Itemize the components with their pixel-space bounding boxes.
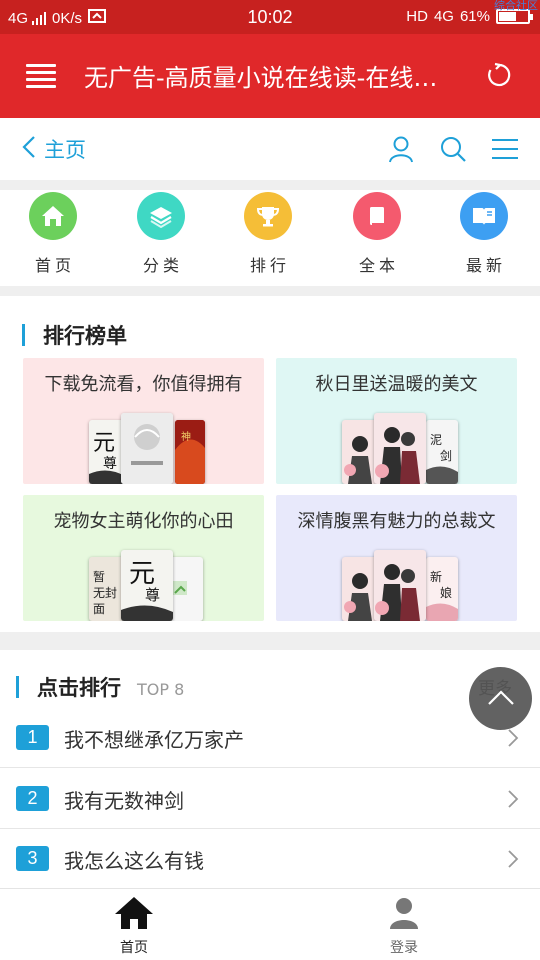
click-rank-section: 点击排行 TOP 8 更多 1 我不想继承亿万家产 2 我有无数神剑 3 我怎么… [0,650,540,889]
page-title: 无广告-高质量小说在线读-在线阅读 [84,64,454,92]
svg-text:尊: 尊 [103,455,117,472]
list-menu-icon[interactable] [490,134,520,164]
click-rank-header: 点击排行 TOP 8 [16,672,184,702]
open-book-icon [460,192,508,240]
back-home-link[interactable]: 主页 [22,134,86,164]
book-cover: 暂无封面 [89,557,125,621]
section-accent-bar [16,676,19,698]
svg-text:泥: 泥 [430,433,442,447]
quick-menu-home[interactable]: 首页 [13,192,93,276]
book-cover [374,550,426,621]
svg-text:元: 元 [129,559,155,589]
svg-text:元: 元 [93,431,115,456]
svg-text:新: 新 [430,569,442,584]
quick-menu: 首页 分类 排行 全本 最新 [0,190,540,286]
watermark: 综合社区 [494,0,538,12]
chevron-right-icon [506,728,520,748]
svg-text:无封: 无封 [93,586,117,600]
book-cover [342,557,378,621]
nav-bar: 主页 [0,118,540,180]
menu-icon[interactable] [26,64,56,88]
battery-percent: 61% [459,8,490,25]
ranking-panel: 排行榜单 下载免流看，你值得拥有 元尊 神 秋日里送温暖的美文 泥剑 宠物女主萌… [0,296,540,632]
ranking-card[interactable]: 深情腹黑有魅力的总裁文 新娘 [276,495,517,621]
book-cover: 元尊 [89,420,125,484]
list-item[interactable]: 2 我有无数神剑 [0,769,540,829]
book-title: 我有无数神剑 [64,789,184,813]
book-cover: 新娘 [426,557,458,621]
book-title: 我不想继承亿万家产 [64,728,244,752]
book-cover [342,420,378,484]
chevron-left-icon [22,135,36,164]
card-title: 深情腹黑有魅力的总裁文 [297,511,496,532]
home-icon [113,897,155,935]
quick-menu-complete[interactable]: 全本 [337,192,417,276]
section-title: 点击排行 [37,676,121,700]
svg-text:剑: 剑 [440,448,452,463]
layers-icon [137,192,185,240]
quick-menu-category[interactable]: 分类 [121,192,201,276]
scroll-top-button[interactable] [469,667,532,730]
quick-menu-label: 排行 [249,256,290,275]
section-title: 排行榜单 [43,324,127,348]
quick-menu-latest[interactable]: 最新 [444,192,524,276]
ranking-card[interactable]: 下载免流看，你值得拥有 元尊 神 [23,358,264,484]
ranking-card[interactable]: 宠物女主萌化你的心田 暂无封面 元尊 [23,495,264,621]
quick-menu-label: 全本 [358,256,399,275]
network-indicator-right: 4G [433,8,454,25]
search-icon[interactable] [438,134,468,164]
ranking-card[interactable]: 秋日里送温暖的美文 泥剑 [276,358,517,484]
ranking-header: 排行榜单 [22,320,127,350]
home-icon [29,192,77,240]
card-title: 宠物女主萌化你的心田 [53,511,234,532]
book-cover [169,557,203,621]
rank-number: 2 [16,786,49,811]
svg-text:神: 神 [181,430,191,443]
tab-label: 首页 [120,940,148,956]
hd-indicator: HD [406,8,428,25]
section-accent-bar [22,324,25,346]
rank-number: 1 [16,725,49,750]
list-item[interactable]: 3 我怎么这么有钱 [0,829,540,889]
nav-actions [386,134,520,164]
quick-menu-label: 分类 [142,256,183,275]
card-title: 下载免流看，你值得拥有 [44,374,243,395]
section-subtitle: TOP 8 [137,680,185,699]
card-title: 秋日里送温暖的美文 [315,374,478,395]
user-icon [388,898,420,935]
tab-label: 登录 [390,940,418,956]
list-item[interactable]: 1 我不想继承亿万家产 [0,708,540,768]
svg-text:娘: 娘 [440,585,452,600]
book-cover: 神 [175,420,205,484]
reload-icon[interactable] [486,62,512,88]
book-cover [374,413,426,484]
quick-menu-label: 首页 [34,256,75,275]
svg-text:尊: 尊 [145,586,160,604]
svg-text:面: 面 [93,602,105,616]
svg-text:暂: 暂 [93,570,105,584]
quick-menu-rank[interactable]: 排行 [228,192,308,276]
status-bar: 4G 0K/s 10:02 HD 4G 61% 综合社区 [0,0,540,34]
back-label: 主页 [44,138,86,162]
book-icon [353,192,401,240]
quick-menu-label: 最新 [465,256,506,275]
book-cover: 元尊 [121,550,173,621]
chevron-right-icon [506,789,520,809]
book-cover [121,413,173,484]
book-title: 我怎么这么有钱 [64,849,204,873]
title-bar: 无广告-高质量小说在线读-在线阅读 [0,34,540,118]
chevron-right-icon [506,849,520,869]
bottom-tab-bar: 首页 登录 [0,888,540,960]
tab-login[interactable]: 登录 [364,895,444,957]
book-cover: 泥剑 [426,420,458,484]
user-icon[interactable] [386,134,416,164]
rank-number: 3 [16,846,49,871]
trophy-icon [244,192,292,240]
tab-home[interactable]: 首页 [94,895,174,957]
chevron-up-icon [487,688,515,710]
